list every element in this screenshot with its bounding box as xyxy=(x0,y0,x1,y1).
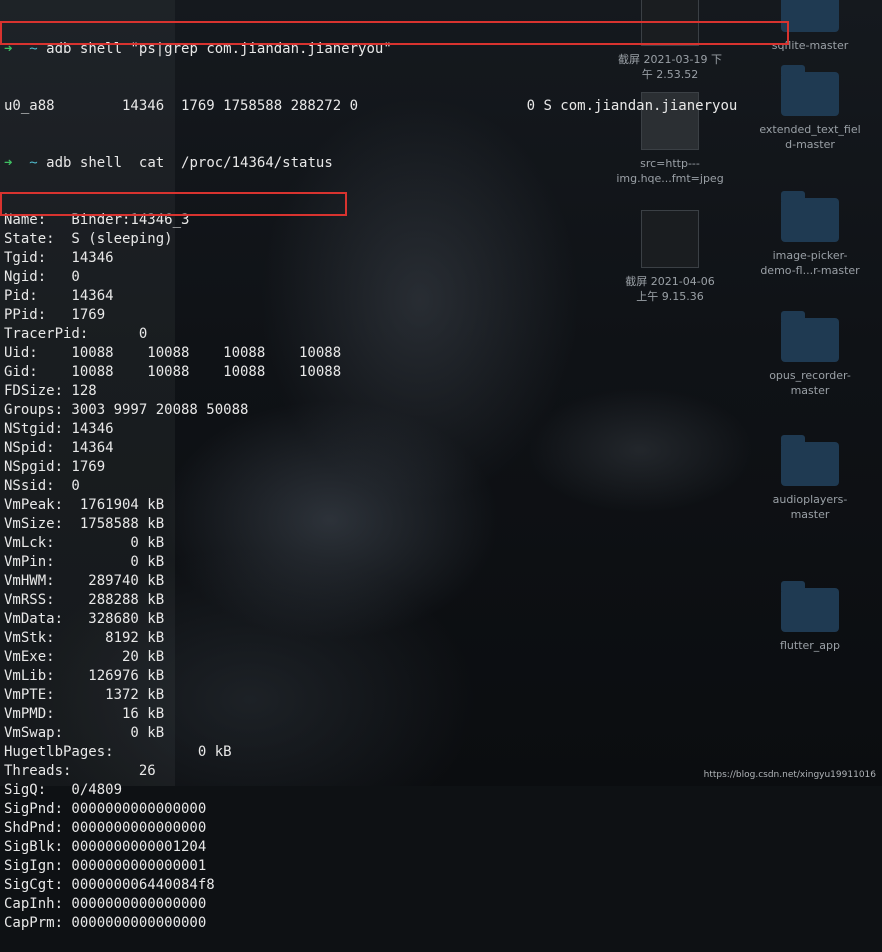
prompt-arrow-icon: ➜ xyxy=(4,155,13,171)
status-line: Gid: 10088 10088 10088 10088 xyxy=(4,364,342,380)
watermark: https://blog.csdn.net/xingyu19911016 xyxy=(703,770,876,780)
status-line: VmSize: 1758588 kB xyxy=(4,516,165,532)
prompt-dir: ~ xyxy=(29,41,38,57)
command-1: adb shell "ps|grep com.jiandan.jianeryou… xyxy=(46,41,392,57)
terminal-output[interactable]: ➜ ~ adb shell "ps|grep com.jiandan.jiane… xyxy=(4,2,882,952)
status-line: SigIgn: 0000000000000001 xyxy=(4,858,207,874)
ps-output-line: u0_a88 14346 1769 1758588 288272 0 0 S c… xyxy=(4,98,738,114)
prompt-arrow-icon: ➜ xyxy=(4,41,13,57)
status-line: Name: Binder:14346_3 xyxy=(4,212,190,228)
prompt-dir: ~ xyxy=(29,155,38,171)
status-line: VmPeak: 1761904 kB xyxy=(4,497,165,513)
status-line: HugetlbPages: 0 kB xyxy=(4,744,232,760)
command-2: adb shell cat /proc/14364/status xyxy=(46,155,333,171)
status-line: ShdPnd: 0000000000000000 xyxy=(4,820,207,836)
status-line: Tgid: 14346 xyxy=(4,250,114,266)
status-line: PPid: 1769 xyxy=(4,307,106,323)
status-line: Uid: 10088 10088 10088 10088 xyxy=(4,345,342,361)
status-line: TracerPid: 0 xyxy=(4,326,148,342)
status-line: NStgid: 14346 xyxy=(4,421,114,437)
status-line: SigBlk: 0000000000001204 xyxy=(4,839,207,855)
status-line: VmRSS: 288288 kB xyxy=(4,592,165,608)
status-line: NSsid: 0 xyxy=(4,478,80,494)
status-output: Name: Binder:14346_3 State: S (sleeping) T… xyxy=(4,211,882,933)
status-line: VmLck: 0 kB xyxy=(4,535,165,551)
status-line: Pid: 14364 xyxy=(4,288,114,304)
prompt-line-2: ➜ ~ adb shell cat /proc/14364/status xyxy=(4,154,882,173)
status-line: Groups: 3003 9997 20088 50088 xyxy=(4,402,249,418)
status-line: State: S (sleeping) xyxy=(4,231,173,247)
status-line: VmExe: 20 kB xyxy=(4,649,165,665)
status-line: VmHWM: 289740 kB xyxy=(4,573,165,589)
status-line: VmSwap: 0 kB xyxy=(4,725,165,741)
status-line: SigQ: 0/4809 xyxy=(4,782,123,798)
status-line: CapPrm: 0000000000000000 xyxy=(4,915,207,931)
status-line: VmPin: 0 kB xyxy=(4,554,165,570)
status-line: FDSize: 128 xyxy=(4,383,97,399)
status-line: NSpgid: 1769 xyxy=(4,459,106,475)
status-line: CapInh: 0000000000000000 xyxy=(4,896,207,912)
status-line: SigPnd: 0000000000000000 xyxy=(4,801,207,817)
status-line: Ngid: 0 xyxy=(4,269,80,285)
status-line: VmData: 328680 kB xyxy=(4,611,165,627)
status-line: VmStk: 8192 kB xyxy=(4,630,165,646)
prompt-line-1: ➜ ~ adb shell "ps|grep com.jiandan.jiane… xyxy=(4,40,882,59)
status-line: VmPTE: 1372 kB xyxy=(4,687,165,703)
status-line: SigCgt: 000000006440084f8 xyxy=(4,877,215,893)
status-line: VmPMD: 16 kB xyxy=(4,706,165,722)
status-line: NSpid: 14364 xyxy=(4,440,114,456)
status-line: VmLib: 126976 kB xyxy=(4,668,165,684)
